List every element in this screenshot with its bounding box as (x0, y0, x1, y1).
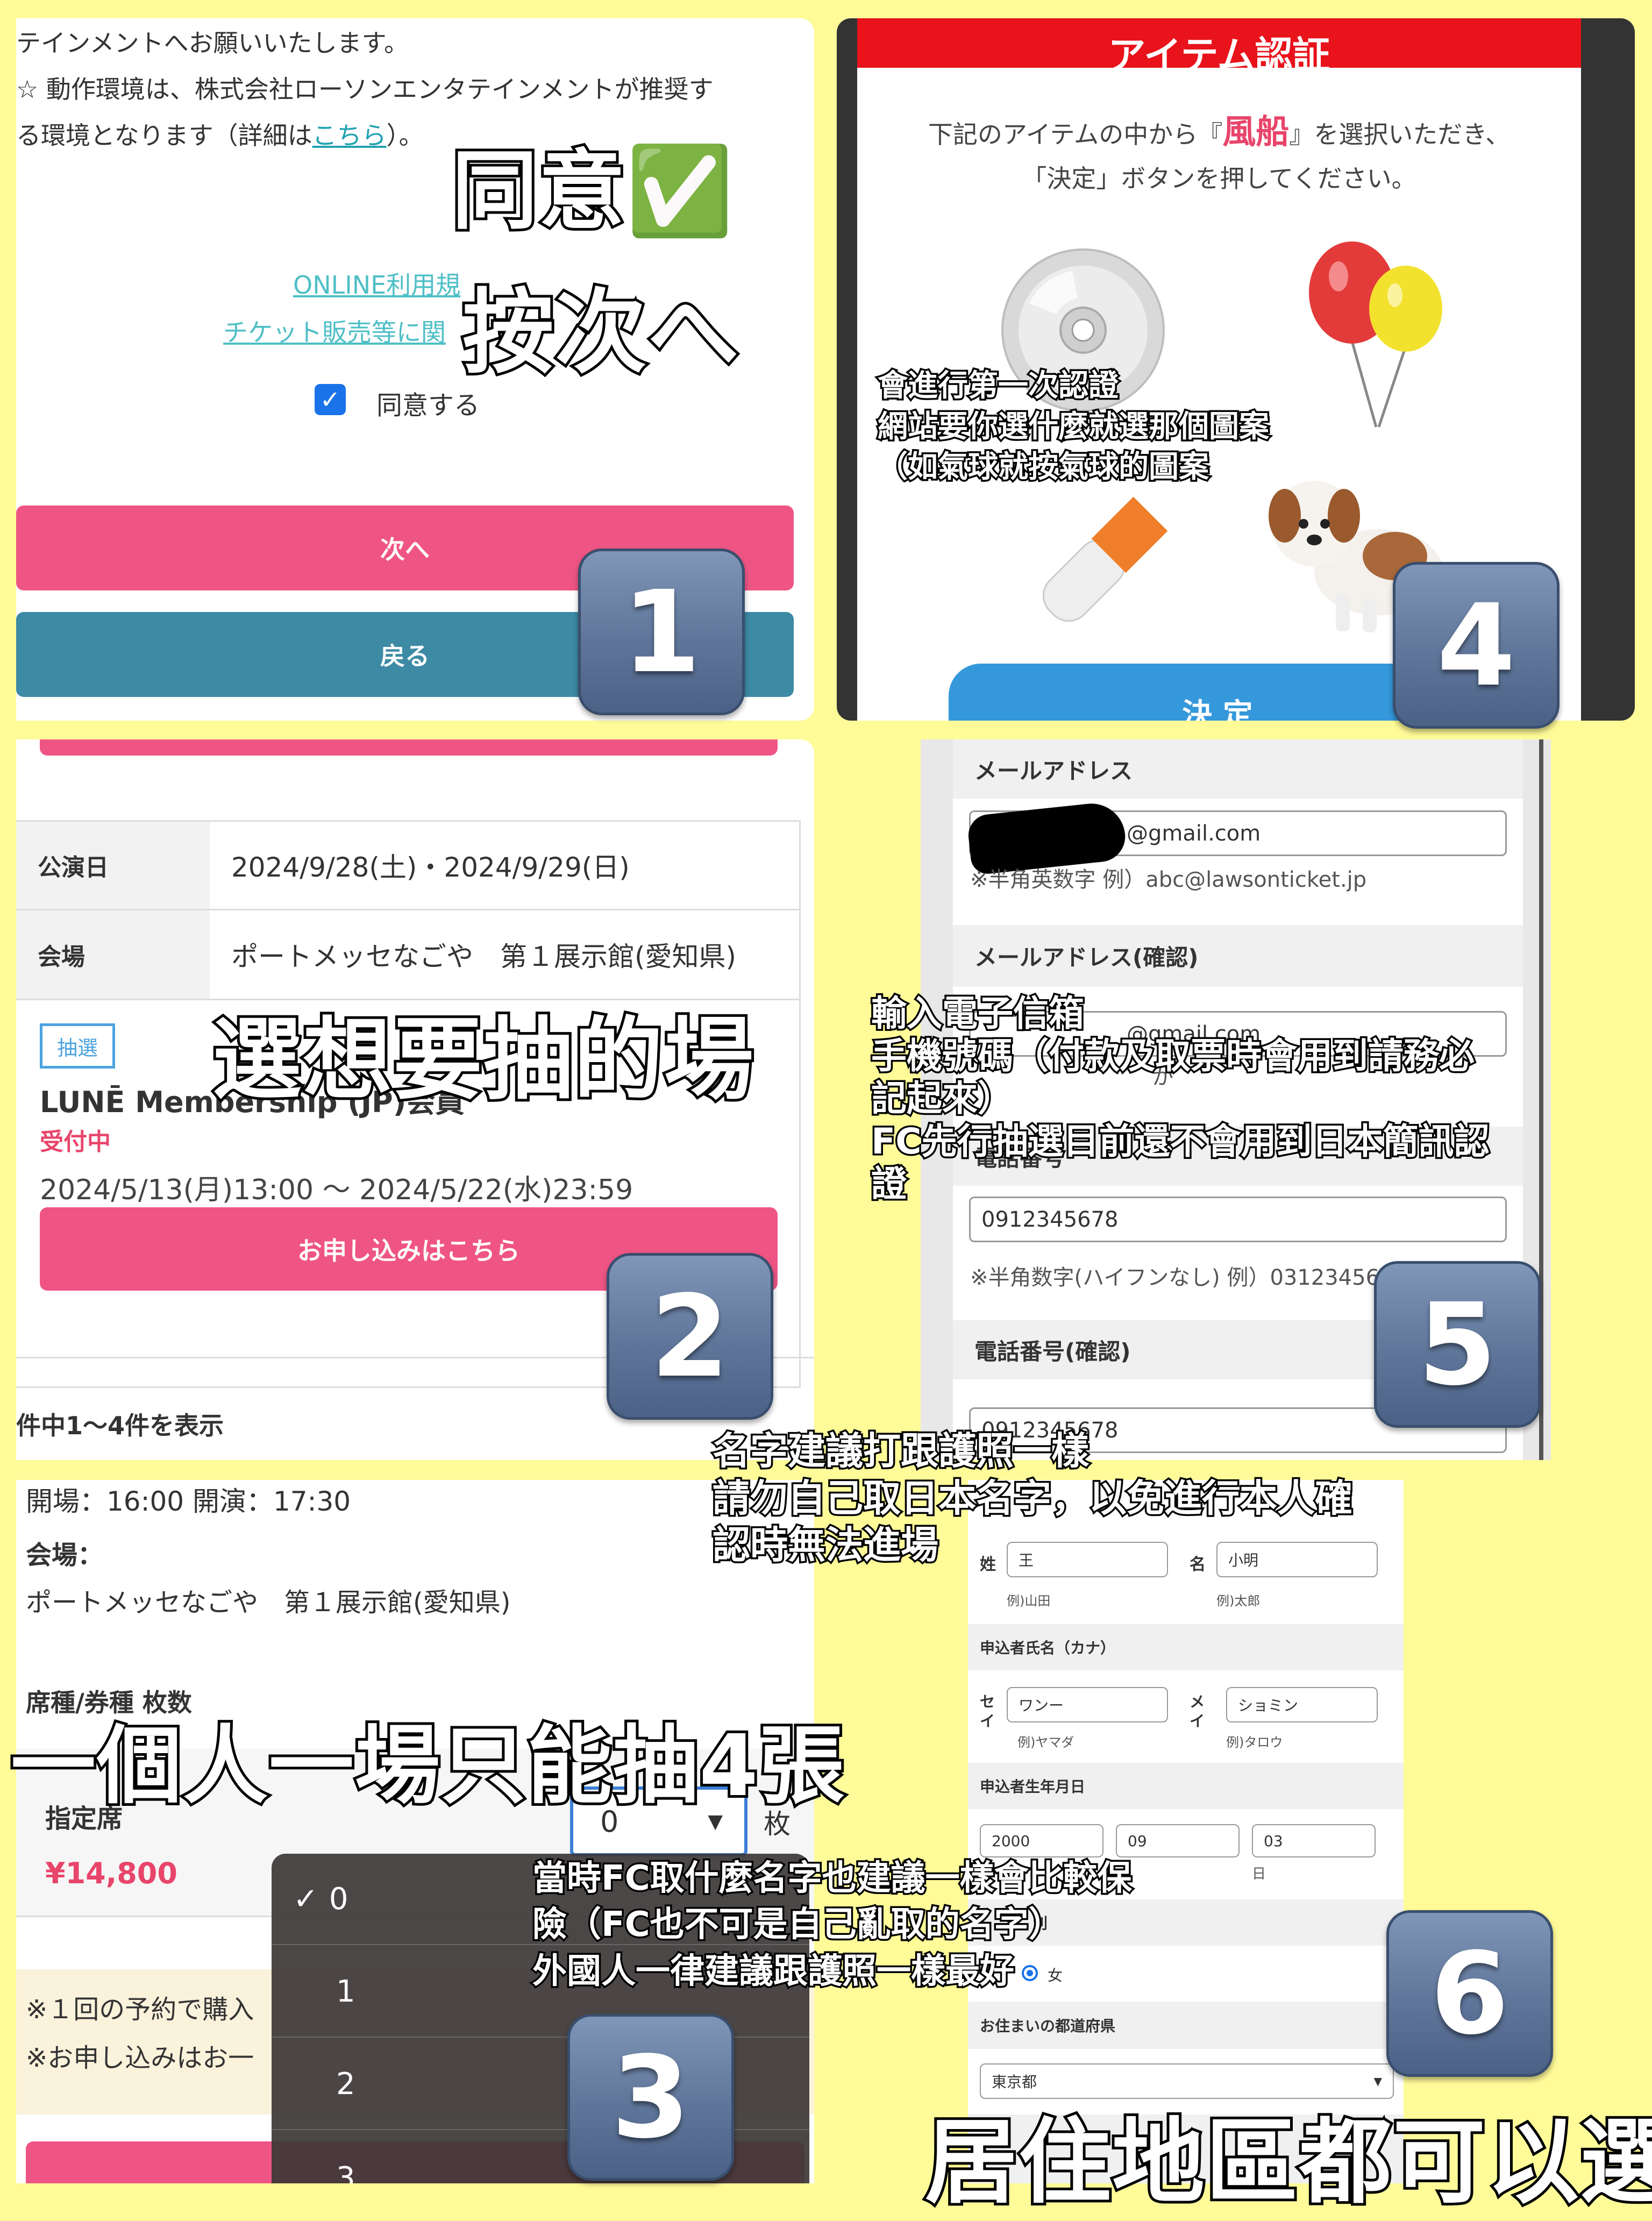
venue-label: 会場： (26, 1540, 104, 1570)
venue-value: ポートメッセなごや 第１展示館(愛知県) (26, 1588, 511, 1618)
email-input-value: @gmail.com (1127, 821, 1261, 846)
birth-year-value: 2000 (992, 1832, 1030, 1850)
phone-hint: ※半角数字(ハイフンなし) 例）031234567 (970, 1265, 1393, 1290)
note-auth-line-1: 會進行第一次認證 (876, 367, 1121, 405)
result-count: 件中1〜4件を表示 (16, 1411, 224, 1440)
terms-line-2: ☆ 動作環境は、株式会社ローソンエンタテインメントが推奨す (16, 75, 714, 104)
step-badge-6: 6 (1386, 1910, 1553, 2077)
step-badge-3: 3 (567, 2014, 734, 2181)
panel-applicant-info: 姓 王 例)山田 名 小明 例)太郎 申込者氏名（カナ） セイ ワンー 例)ヤマ… (968, 1480, 1404, 2183)
ticket-terms-link[interactable]: チケット販売等に関 (223, 313, 446, 348)
date-label: 公演日 (16, 822, 210, 909)
terms-text: る環境となります（詳細は (16, 121, 312, 150)
caption-agree: 同意✅ (449, 138, 736, 244)
auth-instruction-1: 下記のアイテムの中から『風船』を選択いただき、 (857, 104, 1581, 153)
pref-header: お住まいの都道府県 (968, 2002, 1404, 2049)
day-unit: 日 (1252, 1866, 1266, 1882)
dropdown-option-label: 3 (336, 2161, 355, 2183)
kana-mei-input[interactable]: ショミン (1226, 1687, 1378, 1722)
phone-input-value: 0912345678 (981, 1207, 1119, 1232)
note-contact-line-2: 手機號碼（付款及取票時會用到請務必 (870, 1034, 1477, 1079)
terms-line-3: る環境となります（詳細はこちら）。 (16, 116, 424, 152)
caption-residence: 居住地區都可以選 (922, 2105, 1652, 2219)
note-name-line-2: 請勿自己取日本名字，以免進行本人確 (711, 1474, 1355, 1522)
auth-keyword: 風船 (1222, 112, 1290, 151)
kana-sei-hint: 例)ヤマダ (1017, 1735, 1074, 1750)
note-contact-line-1: 輸入電子信箱 (870, 991, 1086, 1036)
step-badge-4: 4 (1393, 562, 1560, 729)
email-hint: ※半角英数字 例）abc@lawsonticket.jp (970, 867, 1367, 892)
birth-month-input[interactable]: 09 (1116, 1824, 1240, 1857)
note-name-line-1: 名字建議打跟護照一樣 (711, 1427, 1091, 1475)
note-fc-line-2: 險（FC也不可是自己亂取的名字） (531, 1903, 1065, 1947)
auth-header: アイテム認証 (857, 18, 1581, 68)
terms-line-1: テインメントへお願いいたします。 (16, 29, 409, 58)
kana-header: 申込者氏名（カナ） (968, 1624, 1404, 1670)
kana-sei-label: セイ (980, 1693, 995, 1731)
auth-instruction-text: 下記のアイテムの中から『 (928, 120, 1223, 149)
step-badge-1: 1 (578, 549, 745, 715)
notice-line-2: ※お申し込みはお一 (26, 2043, 254, 2073)
terms-text-end: ）。 (386, 121, 424, 150)
caption-ticket-limit: 一個人一場只能抽4張 (8, 1714, 847, 1818)
venue-label: 会場 (16, 910, 210, 999)
caption-choose-event: 選想要抽的場 (210, 1006, 756, 1115)
status-badge: 受付中 (40, 1128, 111, 1156)
birth-year-input[interactable]: 2000 (980, 1824, 1103, 1857)
step-badge-5: 5 (1374, 1261, 1541, 1428)
note-name-line-3: 認時無法進場 (711, 1521, 941, 1569)
note-auth-line-2: 網站要你選什麼就選那個圖案 (876, 407, 1271, 446)
online-terms-link[interactable]: ONLINE利用規 (293, 266, 460, 301)
auth-instruction-text-end: 』を選択いただき、 (1289, 120, 1511, 149)
caption-next: 按次へ (460, 277, 742, 389)
birth-header: 申込者生年月日 (968, 1763, 1404, 1809)
note-contact-line-3: 記起來） (870, 1076, 1015, 1121)
kana-sei-input[interactable]: ワンー (1007, 1687, 1168, 1722)
lottery-tag: 抽選 (40, 1023, 115, 1069)
step-badge-2: 2 (607, 1253, 773, 1420)
date-value: 2024/9/28(土)・2024/9/29(日) (231, 852, 630, 883)
note-contact: 輸入電子信箱 手機號碼（付款及取票時會用到請務必 記起來） FC先行抽選目前還不… (870, 991, 1492, 1206)
dropdown-option-label: 1 (336, 1974, 355, 2009)
note-contact-line-5: 證 (870, 1161, 909, 1206)
details-link[interactable]: こちら (312, 121, 387, 150)
check-icon: ✓ (293, 1881, 318, 1917)
prev-button-edge (40, 739, 778, 756)
auth-header-title: アイテム認証 (1108, 33, 1330, 68)
kana-mei-value: ショミン (1238, 1697, 1299, 1714)
note-contact-line-4: FC先行抽選目前還不會用到日本簡訊認 (870, 1119, 1492, 1164)
agree-checkbox[interactable]: ✓ (315, 384, 346, 415)
auth-instruction-2: 「決定」ボタンを押してください。 (1022, 164, 1416, 193)
birth-month-value: 09 (1128, 1832, 1147, 1850)
email-confirm-label: メールアドレス(確認) (953, 925, 1523, 987)
kana-mei-label: メイ (1190, 1693, 1205, 1731)
chevron-down-icon: ▼ (1373, 2075, 1382, 2088)
note-auth-line-3: （如氣球就按氣球的圖案 (876, 448, 1211, 487)
kana-mei-hint: 例)タロウ (1226, 1735, 1283, 1750)
email-label: メールアドレス (953, 739, 1523, 799)
note-name: 名字建議打跟護照一樣 請勿自己取日本名字，以免進行本人確 認時無法進場 (711, 1427, 1355, 1569)
kana-sei-value: ワンー (1019, 1697, 1064, 1714)
eraser-item-icon[interactable] (1019, 481, 1180, 642)
mei-hint: 例)太郎 (1216, 1593, 1261, 1608)
decide-button-label: 決 定 (1182, 697, 1253, 721)
note-auth: 會進行第一次認證 網站要你選什麼就選那個圖案 （如氣球就按氣球的圖案 (876, 366, 1271, 488)
sei-hint: 例)山田 (1007, 1593, 1051, 1608)
note-fc-line-1: 當時FC取什麼名字也建議一樣會比較保 (531, 1856, 1134, 1900)
seat-price: ¥14,800 (45, 1856, 177, 1890)
notice-line-1: ※１回の予約で購入 (26, 1995, 254, 2025)
open-time: 開場：16:00 開演：17:30 (26, 1486, 351, 1517)
birth-day-value: 03 (1264, 1832, 1283, 1850)
dropdown-option-label: 2 (336, 2066, 355, 2102)
application-period: 2024/5/13(月)13:00 〜 2024/5/22(水)23:59 (40, 1174, 633, 1206)
dropdown-option-label: 0 (329, 1881, 348, 1917)
birth-day-input[interactable]: 03 (1252, 1824, 1376, 1857)
balloon-item-icon[interactable] (1304, 233, 1454, 438)
venue-value: ポートメッセなごや 第１展示館(愛知県) (231, 941, 737, 972)
note-fc-name: 當時FC取什麼名字也建議一樣會比較保 險（FC也不可是自己亂取的名字） 外國人一… (531, 1855, 1134, 1995)
note-fc-line-3: 外國人一律建議跟護照一樣最好 (531, 1949, 1016, 1993)
